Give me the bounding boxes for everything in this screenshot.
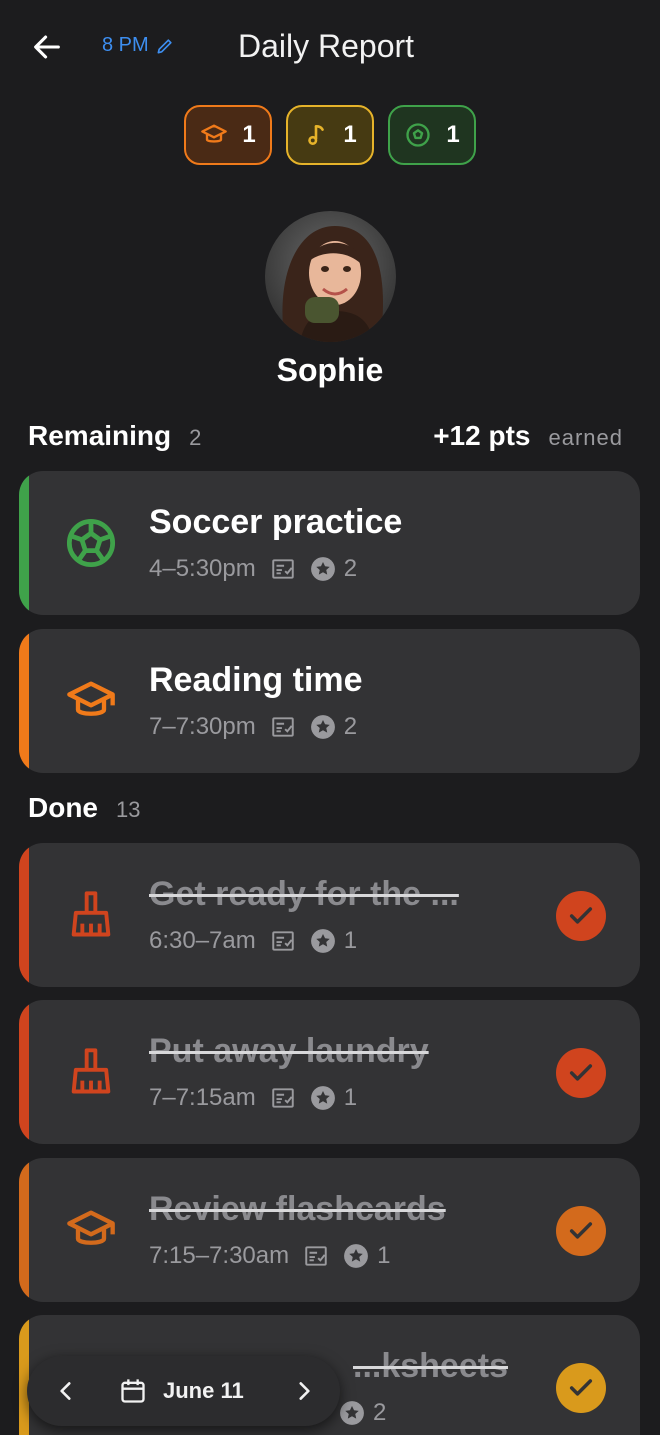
- task-meta: 7–7:30pm 2: [149, 713, 357, 741]
- chevron-left-icon[interactable]: [53, 1378, 79, 1404]
- task-meta: 6:30–7am 1: [149, 927, 357, 955]
- task-card-done[interactable]: Review flashcards 7:15–7:30am 1: [19, 1158, 640, 1302]
- category-color-bar: [19, 1000, 29, 1144]
- done-section-header: Done 13: [28, 792, 140, 824]
- avatar-photo: [265, 211, 396, 342]
- broom-icon: [71, 891, 111, 937]
- task-meta: 4–5:30pm 2: [149, 555, 357, 583]
- badge-count: 1: [242, 121, 256, 148]
- star-circle-icon: [310, 715, 335, 739]
- page-title: Daily Report: [238, 28, 415, 64]
- star-circle-icon: [310, 1086, 335, 1110]
- task-meta: 2: [339, 1399, 386, 1427]
- badge-count: 1: [446, 121, 460, 148]
- child-name: Sophie: [276, 352, 384, 388]
- category-color-bar: [19, 1315, 29, 1435]
- section-label: Remaining: [28, 420, 172, 451]
- star-circle-icon: [310, 929, 335, 953]
- completed-check-icon[interactable]: [556, 891, 606, 941]
- graduation-cap-icon: [67, 681, 115, 716]
- star-circle-icon: [340, 1401, 364, 1425]
- points-value: +12 pts: [433, 420, 531, 451]
- category-color-bar: [19, 471, 29, 615]
- calendar-icon[interactable]: [119, 1377, 147, 1405]
- completed-check-icon[interactable]: [556, 1048, 606, 1098]
- task-name: Soccer practice: [149, 503, 403, 541]
- star-circle-icon: [310, 557, 335, 581]
- graduation-cap-icon: [67, 1210, 115, 1245]
- task-card[interactable]: Soccer practice 4–5:30pm 2: [19, 471, 640, 615]
- category-color-bar: [19, 1158, 29, 1302]
- checkmark-icon: [569, 1222, 593, 1239]
- time-label: 8 PM: [102, 34, 149, 56]
- task-points: 2: [339, 1399, 386, 1427]
- completed-check-icon[interactable]: [556, 1363, 606, 1413]
- checkmark-icon: [569, 1064, 593, 1081]
- task-name: Reading time: [149, 661, 363, 699]
- soccer-ball-icon: [66, 518, 116, 568]
- checklist-icon: [272, 1088, 294, 1108]
- category-badges: 1 1 1: [0, 105, 660, 165]
- graduation-cap-icon: [201, 124, 228, 143]
- task-time: 7–7:30pm: [149, 713, 256, 740]
- soccer-ball-icon: [406, 123, 430, 147]
- task-name: Review flashcards: [149, 1190, 446, 1228]
- checkmark-icon: [569, 907, 593, 924]
- music-note-icon: [308, 125, 325, 145]
- badge-sports[interactable]: 1: [388, 105, 476, 165]
- back-arrow-icon[interactable]: [30, 30, 64, 64]
- section-count: 2: [189, 425, 202, 450]
- header: 8 PM Daily Report: [0, 0, 660, 95]
- task-time: 4–5:30pm: [149, 555, 256, 582]
- category-color-bar: [19, 629, 29, 773]
- badge-count: 1: [343, 121, 357, 148]
- task-points: 2: [310, 713, 357, 741]
- task-card-done[interactable]: Get ready for the ... 6:30–7am 1: [19, 843, 640, 987]
- remaining-section-header: Remaining 2: [28, 420, 201, 452]
- current-date[interactable]: June 11: [163, 1378, 244, 1404]
- task-points: 1: [310, 1084, 357, 1112]
- task-meta: 7–7:15am 1: [149, 1084, 357, 1112]
- avatar: [265, 211, 396, 342]
- task-name: Put away laundry: [149, 1032, 429, 1070]
- task-points-value: 1: [343, 1084, 358, 1111]
- task-points-value: 2: [343, 555, 358, 582]
- time-edit-button[interactable]: 8 PM: [102, 34, 175, 57]
- task-time: 7–7:15am: [149, 1084, 256, 1111]
- task-name: Get ready for the ...: [149, 875, 459, 913]
- star-circle-icon: [344, 1244, 369, 1268]
- section-count: 13: [116, 797, 141, 822]
- category-color-bar: [19, 843, 29, 987]
- task-card[interactable]: Reading time 7–7:30pm 2: [19, 629, 640, 773]
- date-navigator: June 11: [27, 1356, 340, 1426]
- section-label: Done: [28, 792, 98, 823]
- task-card-done[interactable]: Put away laundry 7–7:15am 1: [19, 1000, 640, 1144]
- task-time: 6:30–7am: [149, 927, 256, 954]
- checklist-icon: [305, 1246, 327, 1266]
- task-name: ...ksheets: [353, 1347, 508, 1385]
- badge-learning[interactable]: 1: [184, 105, 272, 165]
- task-time: 7:15–7:30am: [149, 1242, 290, 1269]
- task-points-value: 1: [343, 927, 358, 954]
- broom-icon: [71, 1048, 111, 1094]
- pencil-icon: [157, 38, 172, 54]
- chevron-right-icon[interactable]: [291, 1378, 317, 1404]
- task-points-value: 1: [377, 1242, 391, 1269]
- badge-music[interactable]: 1: [286, 105, 374, 165]
- checklist-icon: [272, 931, 294, 951]
- checklist-icon: [272, 717, 294, 737]
- points-suffix: earned: [548, 425, 623, 450]
- task-meta: 7:15–7:30am 1: [149, 1242, 390, 1270]
- task-points: 2: [310, 555, 357, 583]
- task-points-value: 2: [343, 713, 358, 740]
- points-earned: +12 pts earned: [433, 420, 623, 452]
- task-points: 1: [310, 927, 357, 955]
- task-points: 1: [343, 1242, 390, 1270]
- completed-check-icon[interactable]: [556, 1206, 606, 1256]
- task-points-value: 2: [373, 1399, 387, 1426]
- checkmark-icon: [569, 1379, 593, 1396]
- checklist-icon: [272, 559, 294, 579]
